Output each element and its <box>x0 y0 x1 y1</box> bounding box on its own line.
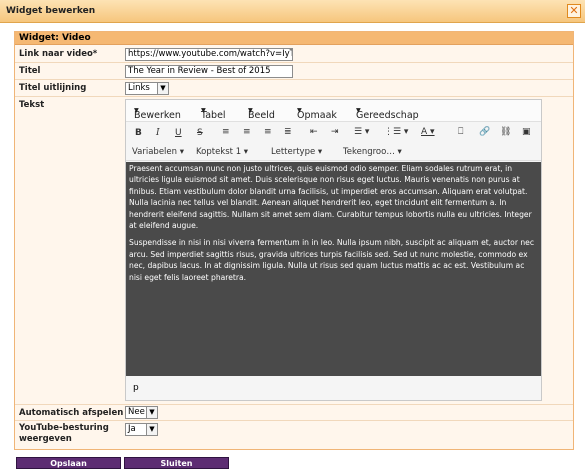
autoplay-label: Automatisch afspelen <box>19 408 124 418</box>
underline-icon[interactable]: U <box>175 128 182 138</box>
chevron-down-icon: ▼ <box>146 407 157 418</box>
font-size-dropdown[interactable]: Tekengroo… ▾ <box>343 147 402 157</box>
row-autoplay: Automatisch afspelen Nee ▼ <box>15 404 573 420</box>
outdent-icon[interactable]: ⇤ <box>310 127 318 137</box>
bookmark-icon[interactable]: ⎕ <box>458 127 463 137</box>
heading-dropdown[interactable]: Koptekst 1 ▾ <box>196 147 248 157</box>
window-titlebar: Widget bewerken ✕ <box>0 0 585 23</box>
youtube-controls-label: YouTube-besturing weergeven <box>19 423 109 444</box>
editor-toolbar-format: B I U S ≡ ≡ ≡ ≣ ⇤ ⇥ ☰ ▾ ⋮☰ ▾ A ▾ ⎕ 🔗 ⛓ ▣ <box>126 122 541 144</box>
youtube-controls-value: Ja <box>128 424 136 434</box>
video-link-label: Link naar video* <box>19 49 98 59</box>
editor-statusbar: p <box>126 376 541 400</box>
indent-icon[interactable]: ⇥ <box>331 127 339 137</box>
bullet-list-icon[interactable]: ☰ ▾ <box>354 127 369 137</box>
youtube-controls-select[interactable]: Ja ▼ <box>125 423 158 436</box>
variables-dropdown[interactable]: Variabelen ▾ <box>132 147 184 157</box>
strikethrough-icon[interactable]: S <box>197 128 203 138</box>
panel-header: Widget: Video <box>15 32 573 45</box>
window-title: Widget bewerken <box>6 6 96 16</box>
link-icon[interactable]: 🔗 <box>479 127 490 137</box>
row-video-link: Link naar video* https://www.youtube.com… <box>15 46 573 62</box>
font-family-dropdown[interactable]: Lettertype ▾ <box>271 147 322 157</box>
bold-icon[interactable]: B <box>135 128 142 138</box>
row-title-align: Titel uitlijning Links ▼ <box>15 79 573 96</box>
title-align-value: Links <box>128 83 150 93</box>
unlink-icon[interactable]: ⛓ <box>500 127 511 137</box>
title-input[interactable]: The Year in Review - Best of 2015 <box>125 65 293 78</box>
title-align-label: Titel uitlijning <box>19 83 87 93</box>
numbered-list-icon[interactable]: ⋮☰ ▾ <box>384 127 408 137</box>
rich-text-editor: Bewerken ▾ Tabel ▾ Beeld ▾ Opmaak ▾ Gere… <box>125 99 542 401</box>
editor-toolbar-style: Variabelen ▾ Koptekst 1 ▾ Lettertype ▾ T… <box>126 144 541 161</box>
row-title: Titel The Year in Review - Best of 2015 <box>15 62 573 79</box>
chevron-down-icon: ▼ <box>146 424 157 435</box>
italic-icon[interactable]: I <box>156 128 160 138</box>
image-icon[interactable]: ▣ <box>522 127 531 137</box>
text-color-icon[interactable]: A ▾ <box>421 127 435 137</box>
align-center-icon[interactable]: ≡ <box>243 127 251 137</box>
editor-menubar: Bewerken ▾ Tabel ▾ Beeld ▾ Opmaak ▾ Gere… <box>126 100 541 122</box>
autoplay-value: Nee <box>128 407 145 417</box>
menu-opmaak[interactable]: Opmaak ▾ <box>297 105 337 121</box>
menu-tabel[interactable]: Tabel ▾ <box>201 105 226 121</box>
close-button[interactable]: Sluiten <box>124 457 229 469</box>
element-path[interactable]: p <box>133 383 139 393</box>
save-button[interactable]: Opslaan <box>16 457 121 469</box>
chevron-down-icon: ▼ <box>157 83 168 94</box>
align-justify-icon[interactable]: ≣ <box>284 127 292 137</box>
content-paragraph-2: Suspendisse in nisi in nisi viverra ferm… <box>129 238 535 282</box>
content-paragraph-1: Praesent accumsan nunc non justo ultrice… <box>129 164 532 231</box>
widget-panel: Widget: Video Link naar video* https://w… <box>14 31 574 450</box>
close-icon[interactable]: ✕ <box>567 4 581 18</box>
align-right-icon[interactable]: ≡ <box>264 127 272 137</box>
menu-bewerken[interactable]: Bewerken ▾ <box>134 105 181 121</box>
text-label: Tekst <box>19 100 45 110</box>
title-align-select[interactable]: Links ▼ <box>125 82 169 95</box>
menu-gereedschap[interactable]: Gereedschap ▾ <box>356 105 419 121</box>
editor-content[interactable]: Praesent accumsan nunc non justo ultrice… <box>126 162 541 376</box>
row-youtube-controls: YouTube-besturing weergeven Ja ▼ <box>15 420 573 450</box>
title-label: Titel <box>19 66 41 76</box>
autoplay-select[interactable]: Nee ▼ <box>125 406 158 419</box>
align-left-icon[interactable]: ≡ <box>222 127 230 137</box>
video-link-input[interactable]: https://www.youtube.com/watch?v=IyTv_5 <box>125 48 293 61</box>
menu-beeld[interactable]: Beeld ▾ <box>248 105 275 121</box>
